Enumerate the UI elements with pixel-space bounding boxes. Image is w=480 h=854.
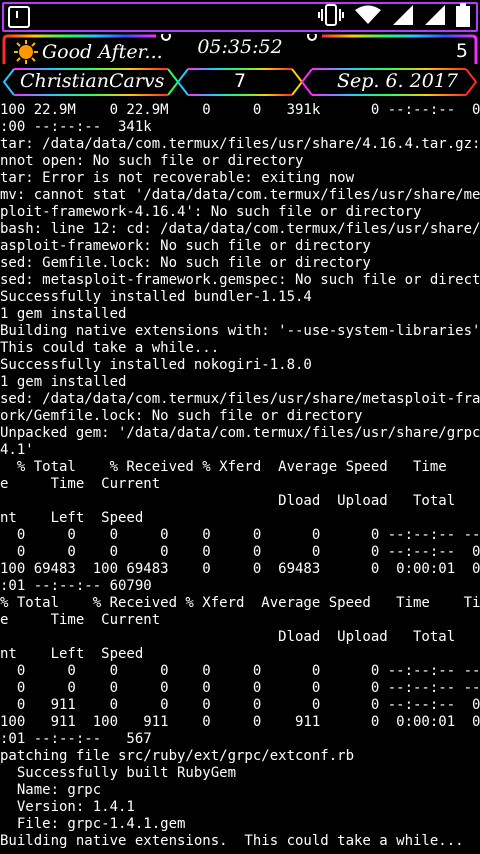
terminal-line: bash: line 12: cd: /data/data/com.termux… xyxy=(0,221,480,237)
terminal-line: 0 0 0 0 0 0 0 0 --:--:-- --:-- xyxy=(0,527,480,543)
terminal-line: % Total % Received % Xferd Average Speed… xyxy=(0,459,480,475)
terminal-line: % Total % Received % Xferd Average Speed… xyxy=(0,595,480,611)
terminal-line: e Time Current xyxy=(0,476,161,492)
terminal-line: 100 69483 100 69483 0 0 69483 0 0:00:01 … xyxy=(0,561,480,577)
signal-icon-2 xyxy=(424,4,446,30)
status-bar xyxy=(0,0,480,34)
terminal-line: Successfully built RubyGem xyxy=(0,765,237,781)
terminal-line: 0 0 0 0 0 0 0 0 --:--:-- 0:00 xyxy=(0,544,480,560)
terminal-line: mv: cannot stat '/data/data/com.termux/f… xyxy=(0,187,480,203)
terminal-line: 0 0 0 0 0 0 0 0 --:--:-- --:-- xyxy=(0,663,480,679)
terminal-line: ork/Gemfile.lock: No such file or direct… xyxy=(0,408,363,424)
status-icons xyxy=(318,3,470,31)
terminal-line: Name: grpc xyxy=(0,782,102,798)
terminal-line: nt Left Speed xyxy=(0,646,144,662)
terminal-line: 100 911 100 911 0 0 911 0 0:00:01 0:00 xyxy=(0,714,480,730)
notification-count: 5 xyxy=(455,40,468,62)
terminal-line: ploit-framework-4.16.4': No such file or… xyxy=(0,204,422,220)
terminal-line: 4.1' xyxy=(0,442,34,458)
terminal-line: Building native extensions. This could t… xyxy=(0,833,464,849)
terminal-line: sed: metasploit-framework.gemspec: No su… xyxy=(0,272,480,288)
terminal-line: 0 911 0 0 0 0 0 0 --:--:-- 0:00 xyxy=(0,697,480,713)
terminal-output[interactable]: 100 22.9M 0 22.9M 0 0 391k 0 --:--:-- 0:… xyxy=(0,102,480,854)
terminal-line: tar: Error is not recoverable: exiting n… xyxy=(0,170,355,186)
terminal-line: Building native extensions with: '--use-… xyxy=(0,323,480,339)
terminal-line: 0 0 0 0 0 0 0 0 --:--:-- --:-- xyxy=(0,680,480,696)
terminal-line: Unpacked gem: '/data/data/com.termux/fil… xyxy=(0,425,480,441)
terminal-line: sed: Gemfile.lock: No such file or direc… xyxy=(0,255,371,271)
terminal-line: Version: 1.4.1 xyxy=(0,799,135,815)
terminal-line: nnot open: No such file or directory xyxy=(0,153,304,169)
terminal-line: sed: /data/data/com.termux/files/usr/sha… xyxy=(0,391,480,407)
terminal-line: Dload Upload Total Spe xyxy=(0,493,480,509)
terminal-line: patching file src/ruby/ext/grpc/extconf.… xyxy=(0,748,355,764)
terminal-line: :01 --:--:-- 567 xyxy=(0,731,152,747)
terminal-line: asploit-framework: No such file or direc… xyxy=(0,238,371,254)
battery-icon xyxy=(456,3,470,31)
terminal-line: Successfully installed nokogiri-1.8.0 xyxy=(0,357,312,373)
terminal-line: tar: /data/data/com.termux/files/usr/sha… xyxy=(0,136,480,152)
terminal-line: 1 gem installed xyxy=(0,306,127,322)
terminal-line: 1 gem installed xyxy=(0,374,127,390)
wifi-icon xyxy=(354,5,382,29)
notification-icon[interactable] xyxy=(8,6,30,28)
terminal-line: This could take a while... xyxy=(0,340,220,356)
terminal-line: Dload Upload Total Spe xyxy=(0,629,480,645)
terminal-line: :00 --:--:-- 341k xyxy=(0,119,152,135)
terminal-line: Successfully installed bundler-1.15.4 xyxy=(0,289,312,305)
date-text: Sep. 6. 2017 xyxy=(336,70,458,92)
terminal-line: e Time Current xyxy=(0,612,161,628)
terminal-line: File: grpc-1.4.1.gem xyxy=(0,816,186,832)
signal-icon xyxy=(392,4,414,30)
terminal-line: 100 22.9M 0 22.9M 0 0 391k 0 --:--:-- 0:… xyxy=(0,102,480,118)
vibrate-icon xyxy=(318,4,344,30)
terminal-line: :01 --:--:-- 60790 xyxy=(0,578,152,594)
center-number: 7 xyxy=(233,70,247,92)
clock-time: 05:35:52 xyxy=(197,36,283,58)
terminal-line: nt Left Speed xyxy=(0,510,144,526)
user-name: ChristianCarvs xyxy=(20,70,165,92)
